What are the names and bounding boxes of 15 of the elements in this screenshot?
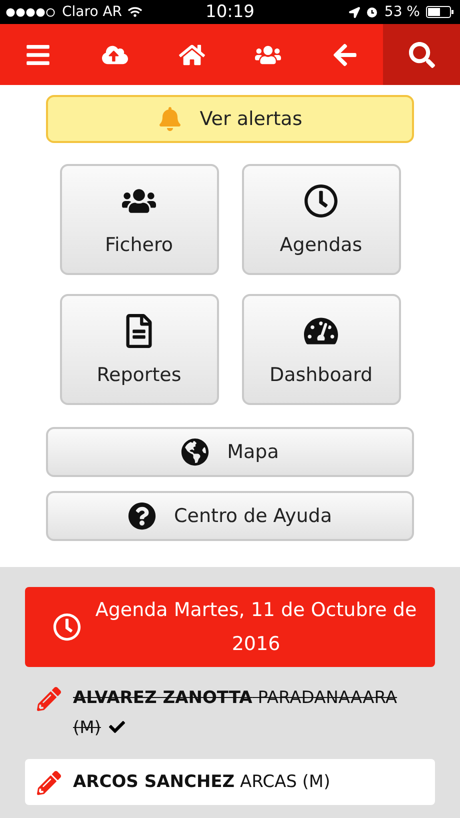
menu-button[interactable]: Centro de Ayuda	[46, 491, 414, 541]
menu-tile[interactable]: Dashboard	[242, 294, 400, 405]
clock-time: 10:19	[206, 2, 254, 22]
menu-button[interactable]: Mapa	[46, 427, 414, 477]
patient-name: ALVAREZ ZANOTTA PARADANAAARA (M)	[73, 687, 398, 740]
patient-row[interactable]: ARCOS SANCHEZ ARCAS (M)	[25, 759, 435, 805]
menu-tile[interactable]: Fichero	[60, 164, 218, 275]
patient-row[interactable]: ALVAREZ ZANOTTA PARADANAAARA (M)	[25, 677, 435, 749]
battery-percent: 53 %	[384, 4, 420, 20]
carrier-name: Claro AR	[62, 4, 122, 20]
menu-tile[interactable]: Reportes	[60, 294, 218, 405]
agenda-title: Agenda Martes, 11 de Octubre de 2016	[94, 598, 418, 657]
menu-tile[interactable]: Agendas	[242, 164, 400, 275]
alerts-button[interactable]: Ver alertas	[46, 95, 414, 143]
patient-name: ARCOS SANCHEZ ARCAS (M)	[73, 771, 330, 794]
